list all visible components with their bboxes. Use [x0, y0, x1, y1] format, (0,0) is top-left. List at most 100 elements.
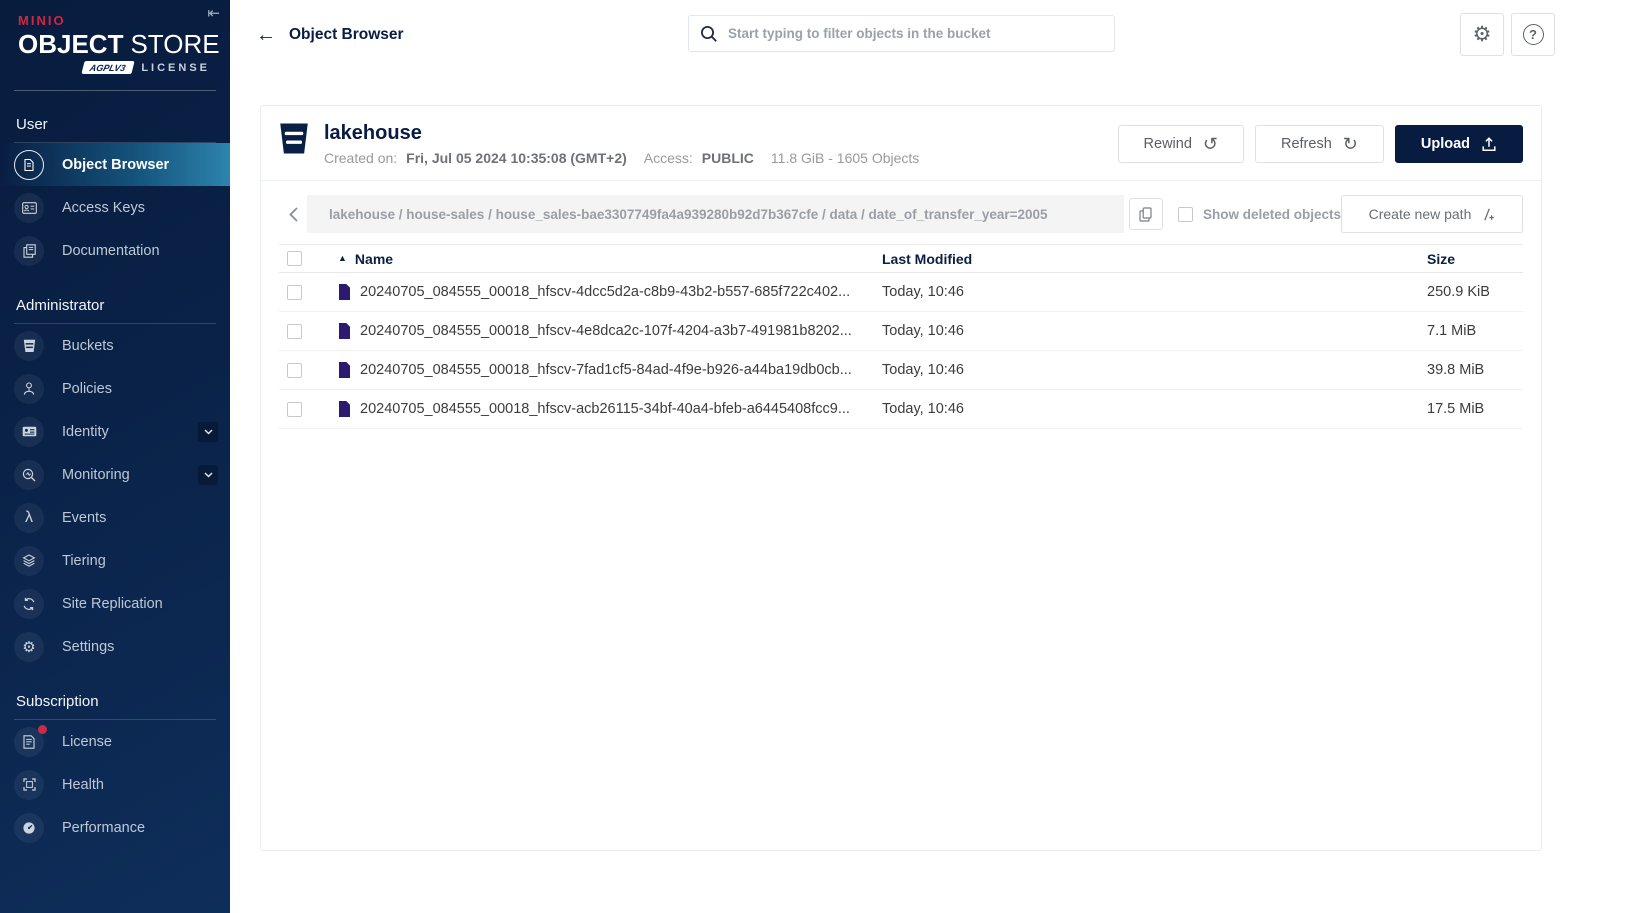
sidebar-item-license[interactable]: License: [0, 720, 230, 763]
help-button[interactable]: ?: [1511, 13, 1555, 56]
sort-ascending-icon: ▲: [338, 254, 347, 263]
sidebar-item-access-keys[interactable]: Access Keys: [0, 186, 230, 229]
sidebar-item-tiering[interactable]: Tiering: [0, 539, 230, 582]
rewind-button[interactable]: Rewind ↺: [1118, 125, 1244, 163]
collapse-sidebar-icon[interactable]: ⇤: [207, 4, 220, 22]
object-size: 7.1 MiB: [1427, 323, 1525, 339]
rewind-icon: ↺: [1203, 135, 1218, 153]
filter-search-box[interactable]: [688, 15, 1115, 52]
name-header-label: Name: [355, 251, 393, 267]
create-new-path-button[interactable]: Create new path: [1341, 195, 1523, 233]
column-header-last-modified[interactable]: Last Modified: [882, 251, 1427, 267]
brand-name: MINIO: [18, 13, 212, 28]
row-checkbox[interactable]: [287, 285, 302, 300]
path-back-button[interactable]: [279, 206, 307, 223]
object-name[interactable]: 20240705_084555_00018_hfscv-7fad1cf5-84a…: [360, 362, 852, 378]
documentation-icon: [14, 236, 44, 266]
file-icon: [338, 323, 351, 339]
sidebar-item-policies[interactable]: Policies: [0, 367, 230, 410]
sidebar-item-documentation[interactable]: Documentation: [0, 229, 230, 272]
chevron-down-icon[interactable]: [198, 422, 218, 442]
object-size: 250.9 KiB: [1427, 284, 1525, 300]
sidebar-item-identity[interactable]: Identity: [0, 410, 230, 453]
sidebar-section-administrator: Administrator Buckets Policies Identity: [0, 297, 230, 668]
back-arrow-icon[interactable]: ←: [256, 25, 276, 45]
sidebar-section-subscription: Subscription License Health Performance: [0, 693, 230, 849]
sidebar-item-label: Site Replication: [62, 596, 163, 612]
main-area: ← Object Browser ⚙ ? lakehouse Created o: [230, 0, 1638, 913]
show-deleted-toggle[interactable]: Show deleted objects: [1178, 207, 1341, 222]
show-deleted-checkbox[interactable]: [1178, 207, 1193, 222]
refresh-button[interactable]: Refresh ↻: [1255, 125, 1384, 163]
refresh-button-label: Refresh: [1281, 136, 1332, 152]
health-icon: [14, 770, 44, 800]
row-checkbox[interactable]: [287, 363, 302, 378]
new-path-icon: [1480, 207, 1495, 222]
breadcrumb-row: lakehouse / house-sales / house_sales-ba…: [279, 195, 1523, 233]
sidebar-item-label: Access Keys: [62, 200, 145, 216]
object-name[interactable]: 20240705_084555_00018_hfscv-4e8dca2c-107…: [360, 323, 852, 339]
breadcrumb[interactable]: lakehouse / house-sales / house_sales-ba…: [307, 195, 1124, 233]
sidebar-item-label: Documentation: [62, 243, 160, 259]
search-icon: [700, 25, 718, 43]
column-header-name[interactable]: ▲ Name: [338, 251, 882, 267]
table-row[interactable]: 20240705_084555_00018_hfscv-7fad1cf5-84a…: [279, 351, 1523, 390]
row-checkbox[interactable]: [287, 324, 302, 339]
sidebar-item-label: Health: [62, 777, 104, 793]
topbar: ← Object Browser ⚙ ?: [230, 0, 1638, 70]
site-replication-icon: [14, 589, 44, 619]
table-row[interactable]: 20240705_084555_00018_hfscv-4dcc5d2a-c8b…: [279, 273, 1523, 312]
file-icon: [338, 401, 351, 417]
chevron-down-icon[interactable]: [198, 465, 218, 485]
object-name[interactable]: 20240705_084555_00018_hfscv-4dcc5d2a-c8b…: [360, 284, 850, 300]
table-row[interactable]: 20240705_084555_00018_hfscv-4e8dca2c-107…: [279, 312, 1523, 351]
object-modified: Today, 10:46: [882, 362, 1427, 378]
copy-icon: [1139, 207, 1152, 222]
help-icon: ?: [1523, 24, 1544, 45]
access-label: Access:: [644, 150, 693, 166]
copy-path-button[interactable]: [1129, 198, 1163, 230]
sidebar-item-performance[interactable]: Performance: [0, 806, 230, 849]
show-deleted-label: Show deleted objects: [1203, 207, 1341, 222]
upload-icon: [1481, 136, 1497, 152]
sidebar-item-settings[interactable]: ⚙ Settings: [0, 625, 230, 668]
object-modified: Today, 10:46: [882, 401, 1427, 417]
bucket-usage: 11.8 GiB - 1605 Objects: [771, 150, 919, 166]
sidebar-item-buckets[interactable]: Buckets: [0, 324, 230, 367]
sidebar-item-health[interactable]: Health: [0, 763, 230, 806]
object-name[interactable]: 20240705_084555_00018_hfscv-acb26115-34b…: [360, 401, 850, 417]
gear-icon: ⚙: [14, 632, 44, 662]
sidebar-item-label: License: [62, 734, 112, 750]
sidebar-item-events[interactable]: λ Events: [0, 496, 230, 539]
lambda-icon: λ: [14, 503, 44, 533]
bucket-browser-panel: lakehouse Created on: Fri, Jul 05 2024 1…: [260, 105, 1542, 851]
sidebar: ⇤ MINIO OBJECTSTORE AGPLV3 LICENSE User …: [0, 0, 230, 913]
table-header-row: ▲ Name Last Modified Size: [279, 244, 1523, 273]
settings-button[interactable]: ⚙: [1460, 13, 1504, 56]
table-row[interactable]: 20240705_084555_00018_hfscv-acb26115-34b…: [279, 390, 1523, 429]
sidebar-item-site-replication[interactable]: Site Replication: [0, 582, 230, 625]
select-all-checkbox[interactable]: [287, 251, 302, 266]
section-label-subscription: Subscription: [0, 693, 230, 719]
sidebar-item-label: Settings: [62, 639, 114, 655]
access-keys-icon: [14, 193, 44, 223]
agpl-badge: AGPLV3: [81, 61, 134, 74]
divider: [14, 90, 216, 91]
sidebar-item-object-browser[interactable]: Object Browser: [0, 143, 230, 186]
file-icon: [338, 362, 351, 378]
row-checkbox[interactable]: [287, 402, 302, 417]
sidebar-item-monitoring[interactable]: Monitoring: [0, 453, 230, 496]
search-input[interactable]: [728, 26, 1103, 41]
section-label-administrator: Administrator: [0, 297, 230, 323]
upload-button[interactable]: Upload: [1395, 125, 1523, 163]
sidebar-item-label: Events: [62, 510, 106, 526]
object-modified: Today, 10:46: [882, 323, 1427, 339]
license-label: LICENSE: [141, 62, 210, 74]
gear-icon: ⚙: [1473, 22, 1492, 47]
access-value[interactable]: PUBLIC: [702, 150, 754, 166]
logo-title-bold: OBJECT: [18, 29, 123, 59]
object-size: 17.5 MiB: [1427, 401, 1525, 417]
license-icon: [14, 727, 44, 757]
refresh-icon: ↻: [1343, 135, 1358, 153]
column-header-size[interactable]: Size: [1427, 251, 1525, 267]
